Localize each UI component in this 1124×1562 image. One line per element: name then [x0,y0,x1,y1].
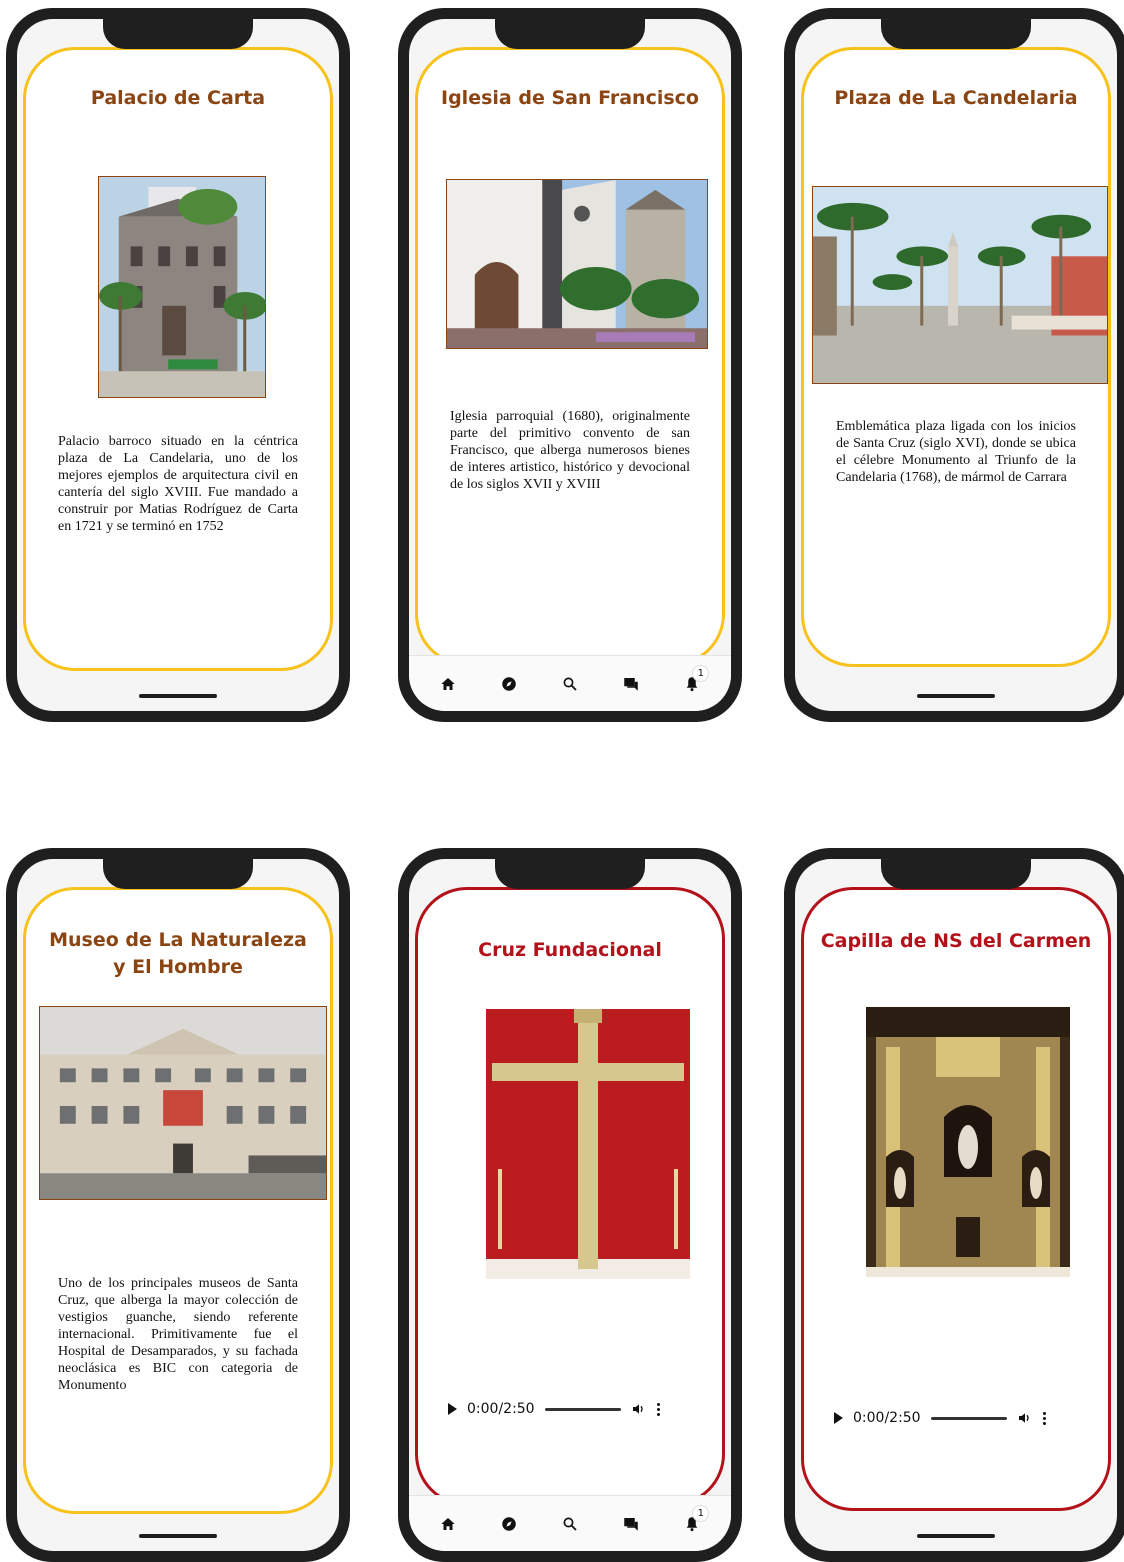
place-title: Museo de La Naturaleza y El Hombre [49,929,307,978]
place-card: Museo de La Naturaleza y El Hombre Uno d… [23,887,333,1514]
place-photo [446,179,708,349]
bottom-navbar: 1 [409,1495,731,1551]
nav-notifications-button[interactable]: 1 [676,1505,709,1540]
nav-home-button[interactable] [432,668,464,700]
explore-icon [502,676,516,691]
audio-player: 0:00/2:50 [448,1393,692,1425]
place-title: Palacio de Carta [90,87,266,109]
bottom-navbar: 1 [409,655,731,711]
nav-search-button[interactable] [554,668,586,700]
nav-chat-button[interactable] [615,1508,647,1540]
place-card: Capilla de NS del Carmen 0:00/2:50 [801,887,1111,1511]
phone-frame: Capilla de NS del Carmen 0:00/2:50 [784,848,1124,1562]
place-card: Iglesia de San Francisco Iglesia parroqu… [415,47,725,666]
more-options-icon[interactable] [1043,1411,1047,1425]
volume-icon[interactable] [631,1401,647,1417]
phone-frame: Cruz Fundacional 0:00/2:50 1 [398,848,742,1562]
play-icon[interactable] [448,1403,457,1415]
audio-progress-slider[interactable] [544,1407,621,1411]
place-description: Iglesia parroquial (1680), originalmente… [450,409,690,492]
app-screen: Cruz Fundacional 0:00/2:50 1 [409,859,731,1551]
phone-frame: Iglesia de San Francisco Iglesia parroqu… [398,8,742,722]
search-icon [563,677,577,691]
chat-icon [624,677,638,691]
phone-frame: Museo de La Naturaleza y El Hombre Uno d… [6,848,350,1562]
place-description: Emblemática plaza ligada con los inicios… [836,419,1076,485]
audio-player: 0:00/2:50 [834,1402,1078,1434]
place-card: Plaza de La Candelaria Emblemática plaza… [801,47,1111,667]
app-screen: Plaza de La Candelaria Emblemática plaza… [795,19,1117,711]
nav-explore-button[interactable] [493,1508,525,1540]
home-indicator [139,1534,217,1538]
nav-search-button[interactable] [554,1508,586,1540]
nav-chat-button[interactable] [615,668,647,700]
place-photo [812,186,1108,384]
notification-badge: 1 [693,665,709,681]
app-screen: Capilla de NS del Carmen 0:00/2:50 [795,859,1117,1551]
notification-badge: 1 [693,1505,709,1521]
explore-icon [502,1516,516,1531]
home-indicator [917,1534,995,1538]
nav-explore-button[interactable] [493,668,525,700]
place-title: Plaza de La Candelaria [834,87,1078,109]
phone-notch [495,19,645,49]
search-icon [563,1517,577,1531]
audio-progress-slider[interactable] [930,1416,1007,1420]
play-icon[interactable] [834,1412,843,1424]
place-card: Palacio de Carta Palacio barroco situado [23,47,333,671]
phone-notch [881,859,1031,889]
home-indicator [917,694,995,698]
nav-notifications-button[interactable]: 1 [676,665,709,700]
app-screen: Museo de La Naturaleza y El Hombre Uno d… [17,859,339,1551]
home-indicator [139,694,217,698]
place-photo [866,1007,1070,1277]
place-photo [486,1009,690,1279]
more-options-icon[interactable] [657,1402,661,1416]
place-title: Iglesia de San Francisco [441,87,699,109]
place-description: Palacio barroco situado en la céntrica p… [58,434,298,534]
phone-notch [495,859,645,889]
place-photo [39,1006,327,1200]
place-title: Capilla de NS del Carmen [820,930,1092,952]
app-screen: Iglesia de San Francisco Iglesia parroqu… [409,19,731,711]
home-icon [440,1517,455,1530]
phone-notch [103,19,253,49]
phone-notch [881,19,1031,49]
place-description: Uno de los principales museos de Santa C… [58,1276,298,1393]
app-screen: Palacio de Carta Palacio barroco situado [17,19,339,711]
phone-frame: Plaza de La Candelaria Emblemática plaza… [784,8,1124,722]
volume-icon[interactable] [1017,1410,1033,1426]
place-card: Cruz Fundacional 0:00/2:50 [415,887,725,1506]
home-icon [440,677,455,690]
audio-time: 0:00/2:50 [853,1410,921,1426]
place-photo [98,176,266,398]
audio-time: 0:00/2:50 [467,1401,535,1417]
phone-notch [103,859,253,889]
nav-home-button[interactable] [432,1508,464,1540]
place-title: Cruz Fundacional [478,939,662,961]
phone-frame: Palacio de Carta Palacio barroco situado [6,8,350,722]
chat-icon [624,1517,638,1531]
